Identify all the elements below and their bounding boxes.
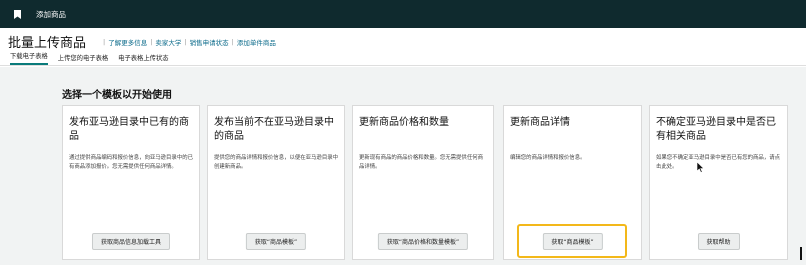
link-separator: | xyxy=(150,37,153,46)
tab-upload-spreadsheet[interactable]: 上传您的电子表格 xyxy=(58,53,108,65)
link-separator: | xyxy=(103,37,106,46)
tab-spreadsheet-upload-status[interactable]: 电子表格上传状态 xyxy=(118,53,168,65)
top-bar: 添加商品 xyxy=(0,0,806,28)
template-card-unsure: 不确定亚马逊目录中是否已有相关商品 如果您不确定亚马逊目录中是否已有您的商品，请… xyxy=(649,105,788,260)
left-gutter xyxy=(0,67,52,265)
card-title: 发布亚马逊目录中已有的商品 xyxy=(69,117,189,142)
template-card-price-quantity: 更新商品价格和数量 更新现有商品的商品价格和数量。您无需提供任何商品详情。 获取… xyxy=(352,105,494,260)
page-title: 批量上传商品 xyxy=(8,36,87,51)
bookmark-icon[interactable] xyxy=(10,7,24,21)
card-description: 更新现有商品的商品价格和数量。您无需提供任何商品详情。 xyxy=(359,155,483,170)
card-description: 提供您的商品详情和报价信息，以便在亚马逊目录中创建新商品。 xyxy=(214,155,338,170)
card-description: 编辑您的商品详情和报价信息。 xyxy=(510,155,586,161)
card-title: 更新商品详情 xyxy=(510,117,570,128)
mouse-cursor-icon xyxy=(696,158,705,177)
get-product-template-button[interactable]: 获取“商品模板” xyxy=(245,233,307,250)
section-title: 选择一个模板以开始使用 xyxy=(62,90,172,101)
topbar-title: 添加商品 xyxy=(36,9,66,19)
get-price-quantity-template-button[interactable]: 获取“商品价格和数量模板” xyxy=(377,233,469,250)
header-links: | 了解更多信息 | 卖家大学 | 销售申请状态 | 添加单件商品 xyxy=(100,37,276,47)
tab-download-spreadsheet[interactable]: 下载电子表格 xyxy=(10,51,48,65)
card-description: 如果您不确定亚马逊目录中是否已有您的商品，请点击此处。 xyxy=(656,155,780,170)
tab-bar: 下载电子表格 上传您的电子表格 电子表格上传状态 xyxy=(0,50,806,66)
card-title: 更新商品价格和数量 xyxy=(359,117,449,128)
learn-more-link[interactable]: 了解更多信息 xyxy=(108,37,147,47)
card-title: 发布当前不在亚马逊目录中的商品 xyxy=(214,117,334,142)
link-separator: | xyxy=(184,37,187,46)
page-header: 批量上传商品 | 了解更多信息 | 卖家大学 | 销售申请状态 | 添加单件商品 xyxy=(8,32,276,51)
sales-application-status-link[interactable]: 销售申请状态 xyxy=(190,37,229,47)
seller-university-link[interactable]: 卖家大学 xyxy=(155,37,181,47)
card-title: 不确定亚马逊目录中是否已有相关商品 xyxy=(656,117,776,142)
link-separator: | xyxy=(231,37,234,46)
get-listing-loader-button[interactable]: 获取商品信息加载工具 xyxy=(91,233,171,250)
card-description: 通过提供商品编码和报价信息，向亚马逊目录中的已有商品添加报价。您无需提供任何商品… xyxy=(69,155,193,170)
template-card-existing-catalog: 发布亚马逊目录中已有的商品 通过提供商品编码和报价信息，向亚马逊目录中的已有商品… xyxy=(62,105,200,260)
highlight-box xyxy=(517,224,627,258)
text-caret xyxy=(800,247,802,260)
get-help-button[interactable]: 获取帮助 xyxy=(697,233,740,250)
add-single-product-link[interactable]: 添加单件商品 xyxy=(237,37,276,47)
template-card-new-catalog: 发布当前不在亚马逊目录中的商品 提供您的商品详情和报价信息，以便在亚马逊目录中创… xyxy=(207,105,345,260)
